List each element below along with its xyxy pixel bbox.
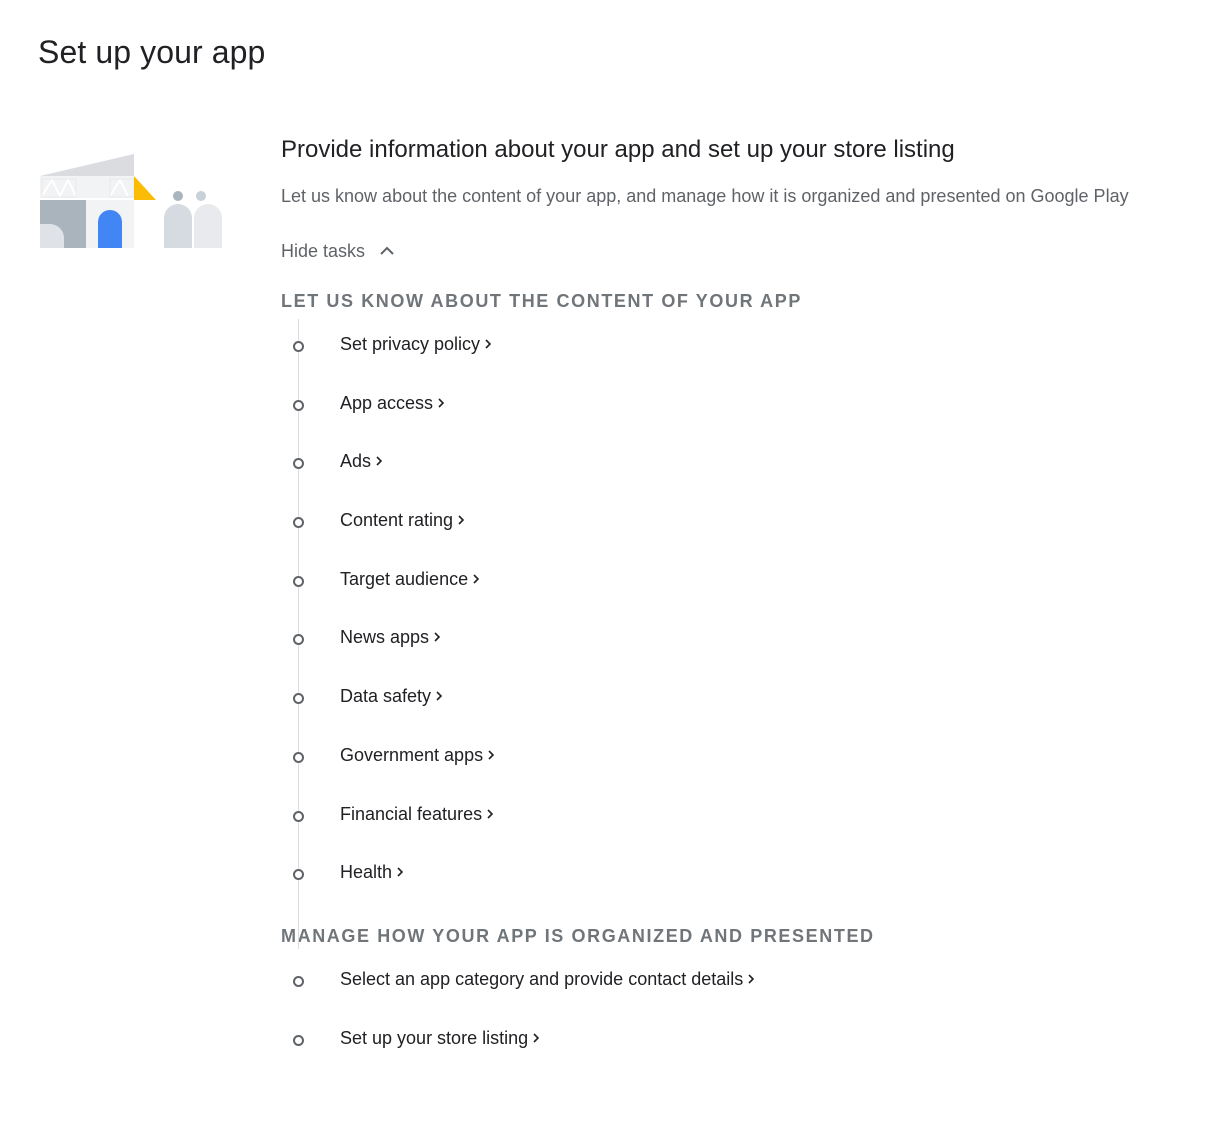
task-link[interactable]: Financial features [340,802,495,826]
hide-tasks-label: Hide tasks [281,240,366,261]
empty-circle-icon [293,751,304,763]
chevron-right-icon [488,750,495,760]
task-row: Data safety [281,681,1201,740]
chevron-right-icon [487,808,494,819]
chevron-right-icon [458,515,465,525]
task-row: Set privacy policy [281,329,1201,388]
task-label: Set up your store listing [340,1027,529,1048]
task-row: Set up your store listing [281,1023,1201,1082]
chevron-right-icon [376,456,383,466]
task-label: Government apps [340,744,484,765]
task-label: Select an app category and provide conta… [340,968,744,989]
chevron-right-icon [438,398,445,408]
empty-circle-icon [293,634,304,646]
task-list-listing: Select an app category and provide conta… [281,964,1201,1081]
setup-section: Provide information about your app and s… [281,133,1201,1081]
task-link[interactable]: News apps [340,625,442,649]
section-description: Let us know about the content of your ap… [281,186,1129,206]
chevron-right-icon [533,1032,540,1043]
task-row: News apps [281,622,1201,681]
chevron-right-icon [485,339,492,349]
task-label: Content rating [340,510,454,531]
task-label: App access [340,392,434,413]
task-row: Health [281,857,1201,916]
empty-circle-icon [293,341,304,352]
task-link[interactable]: Government apps [340,743,496,767]
chevron-right-icon [434,632,441,643]
hide-tasks-toggle[interactable]: Hide tasks [281,239,395,263]
task-row: Ads [281,446,1201,505]
task-row: Target audience [281,564,1201,623]
empty-circle-icon [293,399,304,411]
task-label: Set privacy policy [340,334,481,354]
task-label: Financial features [340,803,483,824]
empty-circle-icon [293,1034,304,1046]
empty-circle-icon [293,517,304,529]
task-label: Target audience [340,568,469,589]
page-title: Set up your app [38,34,266,70]
task-row: Government apps [281,740,1201,799]
task-link[interactable]: Set privacy policy [340,332,493,356]
task-row: Select an app category and provide conta… [281,964,1201,1023]
section-title: Provide information about your app and s… [281,136,955,163]
task-link[interactable]: Content rating [340,508,466,532]
task-label: Health [340,862,393,883]
empty-circle-icon [293,458,304,470]
chevron-right-icon [436,691,443,701]
chevron-right-icon [473,574,480,584]
task-label: Data safety [340,686,432,707]
task-row: Content rating [281,505,1201,564]
empty-circle-icon [293,810,304,822]
task-link[interactable]: Ads [340,449,384,473]
task-row: App access [281,388,1201,447]
task-label: News apps [340,627,430,648]
task-link[interactable]: Data safety [340,684,444,708]
chevron-right-icon [748,974,755,984]
task-link[interactable]: Target audience [340,567,481,591]
empty-circle-icon [293,975,304,987]
task-label: Ads [340,451,372,472]
group-heading-listing: MANAGE HOW YOUR APP IS ORGANIZED AND PRE… [281,925,875,946]
store-illustration [38,150,228,250]
task-row: Financial features [281,799,1201,858]
empty-circle-icon [293,693,304,705]
empty-circle-icon [293,575,304,587]
task-link[interactable]: Select an app category and provide conta… [340,967,756,991]
empty-circle-icon [293,869,304,881]
task-link[interactable]: Set up your store listing [340,1026,541,1050]
group-heading-content: LET US KNOW ABOUT THE CONTENT OF YOUR AP… [281,291,802,311]
chevron-up-icon [380,246,394,255]
task-link[interactable]: Health [340,860,405,884]
task-link[interactable]: App access [340,391,446,415]
chevron-right-icon [397,867,404,877]
task-list-content: Set privacy policy App access Ads Content r… [281,319,1201,949]
